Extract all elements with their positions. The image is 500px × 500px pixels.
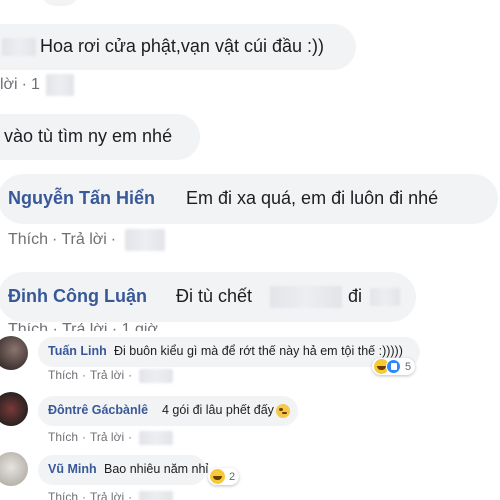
reply-actions: Thích · Trả lời · <box>48 430 174 445</box>
reply-link[interactable]: Trả lời <box>90 368 124 382</box>
comment-author[interactable]: Đinh Công Luận <box>8 286 147 307</box>
comment-bubble: Hoa rơi cửa phật,vạn vật cúi đầu :)) <box>0 24 356 70</box>
like-link[interactable]: Thích <box>8 231 48 248</box>
like-link[interactable]: Thích <box>48 430 78 444</box>
reply-bubble: Đôntrê Gácbànlê 4 gói đi lâu phết đấy <box>38 396 298 426</box>
reply-link[interactable]: Trả lời <box>61 231 106 248</box>
comment-text: vào tù tìm ny em nhé <box>4 126 173 146</box>
comment-actions: Thích · Trả lời · <box>8 229 165 251</box>
comment-author[interactable]: Nguyễn Tấn Hiển <box>8 188 155 209</box>
comment-text: Hoa rơi cửa phật,vạn vật cúi đầu :)) <box>40 36 324 56</box>
reply-text: 4 gói đi lâu phết đấy <box>162 403 274 417</box>
reaction-summary[interactable]: 5 <box>372 358 416 375</box>
avatar[interactable] <box>0 452 28 486</box>
comment-bubble-top-cropped <box>40 0 80 6</box>
comment-text: Em đi xa quá, em đi luôn đi nhé <box>186 188 439 208</box>
like-icon <box>386 359 401 374</box>
comment-text-end: đi <box>348 286 363 306</box>
avatar[interactable] <box>0 336 28 370</box>
reaction-count: 2 <box>229 470 236 483</box>
comment-actions-partial: Thích · Trả lời · 1 giờ <box>8 323 158 331</box>
blurred-timestamp <box>124 229 165 251</box>
blurred-word <box>370 288 400 306</box>
reply-bubble: Tuấn Linh Đi buôn kiểu gì mà để rớt thế … <box>38 337 420 367</box>
comment-bubble: Nguyễn Tấn Hiển Em đi xa quá, em đi luôn… <box>0 174 498 224</box>
blurred-timestamp <box>139 368 174 383</box>
comment-text-start: Đi tù chết <box>176 286 253 306</box>
blurred-author-name <box>2 38 36 56</box>
blurred-word <box>270 286 342 308</box>
comment-bubble: vào tù tìm ny em nhé <box>0 114 200 160</box>
like-link[interactable]: Thích <box>48 490 78 500</box>
like-link[interactable]: Thích <box>48 368 78 382</box>
reply-author[interactable]: Vũ Minh <box>48 462 97 476</box>
reaction-summary[interactable]: 2 <box>208 468 240 485</box>
reply-link[interactable]: Trả lời <box>90 490 124 500</box>
avatar[interactable] <box>0 392 28 426</box>
reply-author[interactable]: Đôntrê Gácbànlê <box>48 403 148 417</box>
reply-text: Bao nhiêu năm nhỉ <box>104 462 209 476</box>
reply-actions: Thích · Trả lời · <box>48 368 174 383</box>
comment-time[interactable]: 1 <box>31 76 40 93</box>
reply-link[interactable]: Trả lời <box>90 430 124 444</box>
reply-actions: Thích · Trả lời · <box>48 490 174 500</box>
reply-text: Đi buôn kiểu gì mà để rớt thế này hả em … <box>114 344 403 358</box>
blurred-timestamp <box>139 430 174 445</box>
haha-icon <box>210 469 225 484</box>
reply-author[interactable]: Tuấn Linh <box>48 344 107 358</box>
blurred-timestamp <box>46 74 75 96</box>
wink-emoji-icon <box>276 404 290 418</box>
comment-bubble: Đinh Công Luận Đi tù chết đi <box>0 272 416 322</box>
blurred-timestamp <box>139 490 174 500</box>
reply-link[interactable]: lời <box>0 76 18 93</box>
reply-bubble: Vũ Minh Bao nhiêu năm nhỉ <box>38 455 209 485</box>
comment-actions: lời · 1 <box>0 74 75 96</box>
reaction-count: 5 <box>405 360 412 373</box>
